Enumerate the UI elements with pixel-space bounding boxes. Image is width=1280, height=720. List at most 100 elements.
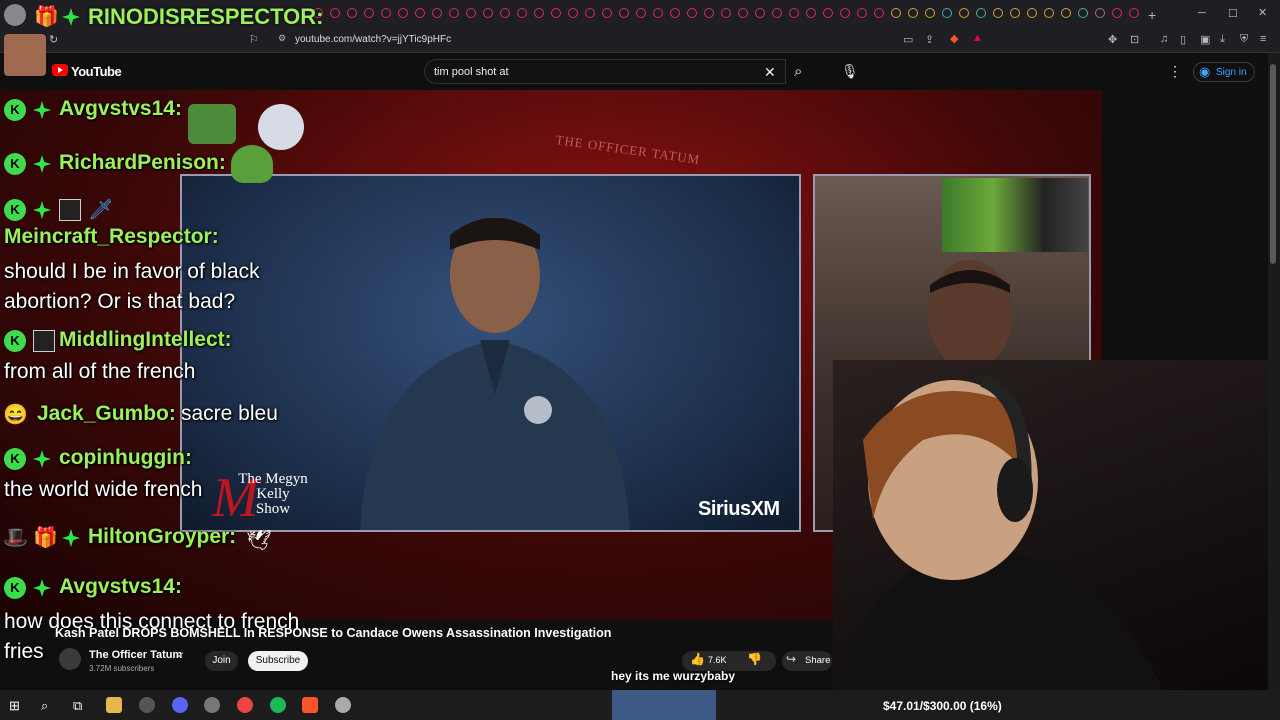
tab-icon[interactable] xyxy=(585,8,595,18)
tab-icon[interactable] xyxy=(653,8,663,18)
wallet-icon[interactable]: ▣ xyxy=(1200,33,1210,46)
search-taskbar-icon[interactable]: ⌕ xyxy=(41,698,48,714)
tab-icon[interactable] xyxy=(1129,8,1139,18)
channel-name[interactable]: The Officer Tatum xyxy=(89,649,182,661)
join-button[interactable]: Join xyxy=(205,651,238,671)
donation-goal: $47.01/$300.00 (16%) xyxy=(883,699,1002,713)
tab-icon[interactable] xyxy=(636,8,646,18)
tab-icon[interactable] xyxy=(1078,8,1088,18)
tab-search-icon[interactable]: ⊡ xyxy=(1130,33,1139,46)
like-icon[interactable]: 👍 xyxy=(690,652,705,666)
tab-icon[interactable] xyxy=(364,8,374,18)
tab-icon[interactable] xyxy=(568,8,578,18)
bookmark-icon[interactable]: ⚐ xyxy=(249,33,259,46)
dislike-icon[interactable]: 👎 xyxy=(747,652,762,666)
chat-username: Avgvstvs14: xyxy=(59,97,182,120)
channel-avatar[interactable] xyxy=(59,648,81,670)
start-icon[interactable]: ⊞ xyxy=(9,698,20,714)
screen-icon[interactable]: ▭ xyxy=(903,33,913,46)
tab-icon[interactable] xyxy=(330,8,340,18)
tab-icon[interactable] xyxy=(755,8,765,18)
tab-icon[interactable] xyxy=(449,8,459,18)
tab-icon[interactable] xyxy=(738,8,748,18)
tab-icon[interactable] xyxy=(857,8,867,18)
tab-icon[interactable] xyxy=(1027,8,1037,18)
search-icon[interactable]: ⌕ xyxy=(794,63,802,80)
brave-shield-icon[interactable]: ◆ xyxy=(950,32,958,45)
tab-icon[interactable] xyxy=(959,8,969,18)
maximize-icon[interactable]: ☐ xyxy=(1228,7,1238,20)
vpn-icon[interactable]: ⛨ xyxy=(1240,33,1248,46)
tab-icon[interactable] xyxy=(993,8,1003,18)
tab-icon[interactable] xyxy=(670,8,680,18)
extensions-icon[interactable]: ✥ xyxy=(1108,33,1117,46)
app-icon[interactable] xyxy=(335,697,351,713)
downloads-icon[interactable]: ⤓ xyxy=(1220,33,1225,46)
tab-icon[interactable] xyxy=(602,8,612,18)
tab-icon[interactable] xyxy=(772,8,782,18)
microphone-icon[interactable]: 🎙 xyxy=(841,63,859,80)
steam-icon[interactable] xyxy=(204,697,220,713)
scrollbar-thumb[interactable] xyxy=(1270,64,1276,264)
tab-icon[interactable] xyxy=(1095,8,1105,18)
menu-icon[interactable]: ≡ xyxy=(1260,33,1266,45)
more-options-icon[interactable]: ⋮ xyxy=(1168,63,1182,80)
reload-icon[interactable]: ↻ xyxy=(49,33,58,46)
tab-icon[interactable] xyxy=(789,8,799,18)
subscribe-button[interactable]: Subscribe xyxy=(248,651,308,671)
tab-icon[interactable] xyxy=(874,8,884,18)
obs-icon[interactable] xyxy=(139,697,155,713)
task-view-icon[interactable]: ⧉ xyxy=(73,698,82,714)
tab-icon[interactable] xyxy=(483,8,493,18)
spotify-icon[interactable] xyxy=(270,697,286,713)
tab-icon[interactable] xyxy=(466,8,476,18)
media-icon[interactable]: ♫ xyxy=(1160,33,1168,45)
tab-icon[interactable] xyxy=(415,8,425,18)
tab-icon[interactable] xyxy=(721,8,731,18)
tab-icon[interactable] xyxy=(347,8,357,18)
tab-icon[interactable] xyxy=(976,8,986,18)
file-explorer-icon[interactable] xyxy=(106,697,122,713)
youtube-logo-icon[interactable] xyxy=(52,64,68,76)
chrome-icon[interactable] xyxy=(237,697,253,713)
tab-icon[interactable] xyxy=(687,8,697,18)
eagle-emote-icon xyxy=(258,104,304,150)
tab-icon[interactable] xyxy=(1112,8,1122,18)
share-label[interactable]: Share xyxy=(805,655,830,666)
tab-icon[interactable] xyxy=(806,8,816,18)
kick-badge-icon: K xyxy=(4,577,26,599)
kick-badge-icon: K xyxy=(4,199,26,221)
tab-icon[interactable] xyxy=(534,8,544,18)
site-info-icon[interactable]: ⚙ xyxy=(278,33,286,44)
new-tab-icon[interactable]: + xyxy=(1148,7,1156,23)
brave-icon[interactable] xyxy=(302,697,318,713)
tab-icon[interactable] xyxy=(840,8,850,18)
tab-icon[interactable] xyxy=(1061,8,1071,18)
tab-icon[interactable] xyxy=(500,8,510,18)
tab-icon[interactable] xyxy=(942,8,952,18)
like-count[interactable]: 7.6K xyxy=(708,655,727,665)
share-page-icon[interactable]: ⇪ xyxy=(925,33,934,46)
tab-icon[interactable] xyxy=(398,8,408,18)
tab-icon[interactable] xyxy=(1044,8,1054,18)
tab-icon[interactable] xyxy=(1010,8,1020,18)
brave-rewards-icon[interactable]: ▲ xyxy=(972,32,983,44)
url-field[interactable]: youtube.com/watch?v=jjYTic9pHFc xyxy=(295,34,451,45)
tab-icon[interactable] xyxy=(823,8,833,18)
tab-icon[interactable] xyxy=(908,8,918,18)
search-input[interactable]: tim pool shot at xyxy=(434,66,509,78)
clear-search-icon[interactable]: ✕ xyxy=(764,64,776,81)
tab-icon[interactable] xyxy=(891,8,901,18)
sidebar-icon[interactable]: ▯ xyxy=(1180,33,1186,46)
discord-icon[interactable] xyxy=(172,697,188,713)
minimize-icon[interactable]: ─ xyxy=(1198,7,1206,19)
tab-icon[interactable] xyxy=(551,8,561,18)
tab-icon[interactable] xyxy=(704,8,714,18)
tab-icon[interactable] xyxy=(619,8,629,18)
youtube-logo-text[interactable]: YouTube xyxy=(71,64,122,79)
tab-icon[interactable] xyxy=(925,8,935,18)
close-window-icon[interactable]: ✕ xyxy=(1258,6,1267,19)
tab-icon[interactable] xyxy=(381,8,391,18)
tab-icon[interactable] xyxy=(517,8,527,18)
tab-icon[interactable] xyxy=(432,8,442,18)
